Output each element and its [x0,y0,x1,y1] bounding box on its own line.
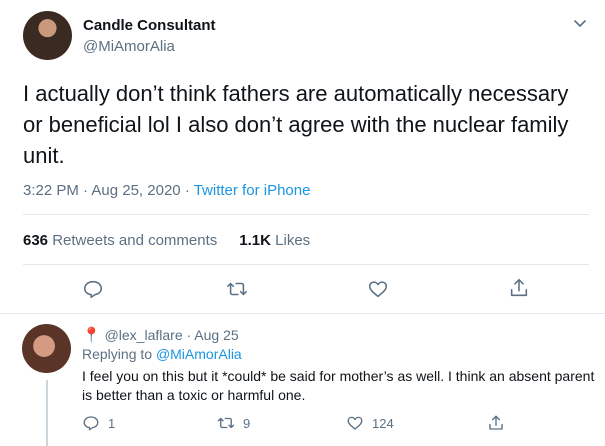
author-handle[interactable]: @MiAmorAlia [83,38,175,55]
reply-header: 📍 @lex_laflare · Aug 25 [82,326,239,344]
author-name[interactable]: Candle Consultant [83,17,216,34]
reply-text: I feel you on this but it *could* be sai… [82,368,595,403]
divider [0,313,605,314]
share-icon [489,415,503,430]
likes-count: 1.1K [239,232,271,249]
reply-icon[interactable] [82,278,104,300]
retweet-icon[interactable] [226,278,248,300]
retweets-count: 636 [23,232,49,249]
tweet-meta: 3:22 PM · Aug 25, 2020 · Twitter for iPh… [23,182,310,199]
replying-to-handle[interactable]: @MiAmorAlia [156,346,242,362]
author-avatar[interactable] [23,11,72,60]
reply-retweet-action[interactable]: 9 [217,414,250,432]
divider [23,264,589,265]
reply-author-avatar[interactable] [22,324,71,373]
retweets-stat[interactable]: 636 Retweets and comments [23,232,217,249]
tweet-stats: 636 Retweets and comments 1.1K Likes [23,232,310,249]
tweet-date[interactable]: Aug 25, 2020 [91,182,180,199]
meta-separator: · [83,182,89,199]
heart-icon[interactable] [367,278,389,300]
replying-to: Replying to @MiAmorAlia [82,346,242,362]
heart-icon [347,416,363,430]
retweet-icon [217,417,235,429]
retweet-count: 9 [243,415,251,431]
likes-label: Likes [275,232,311,249]
reply-count: 1 [108,415,116,431]
tweet-time[interactable]: 3:22 PM [23,182,79,199]
reply-icon [83,416,99,431]
pin-icon: 📍 [82,327,101,344]
meta-separator: · [186,327,192,343]
share-icon[interactable] [508,277,530,299]
reply-reply-action[interactable]: 1 [82,414,115,432]
chevron-down-icon[interactable] [572,15,588,31]
reply-author-handle[interactable]: @lex_laflare [105,327,183,343]
retweets-label: Retweets and comments [52,232,218,249]
divider [23,214,589,215]
tweet-text: I actually don’t think fathers are autom… [23,81,569,168]
like-count: 124 [372,415,394,431]
reply-date[interactable]: Aug 25 [194,327,238,343]
meta-separator: · [184,182,190,199]
thread-line [46,380,48,446]
tweet-source[interactable]: Twitter for iPhone [194,182,311,199]
replying-label: Replying to [82,346,153,362]
reply-share-action[interactable] [487,414,513,432]
reply-like-action[interactable]: 124 [346,414,394,432]
tweet-page: Candle Consultant @MiAmorAlia I actually… [0,0,605,446]
likes-stat[interactable]: 1.1K Likes [239,232,310,249]
